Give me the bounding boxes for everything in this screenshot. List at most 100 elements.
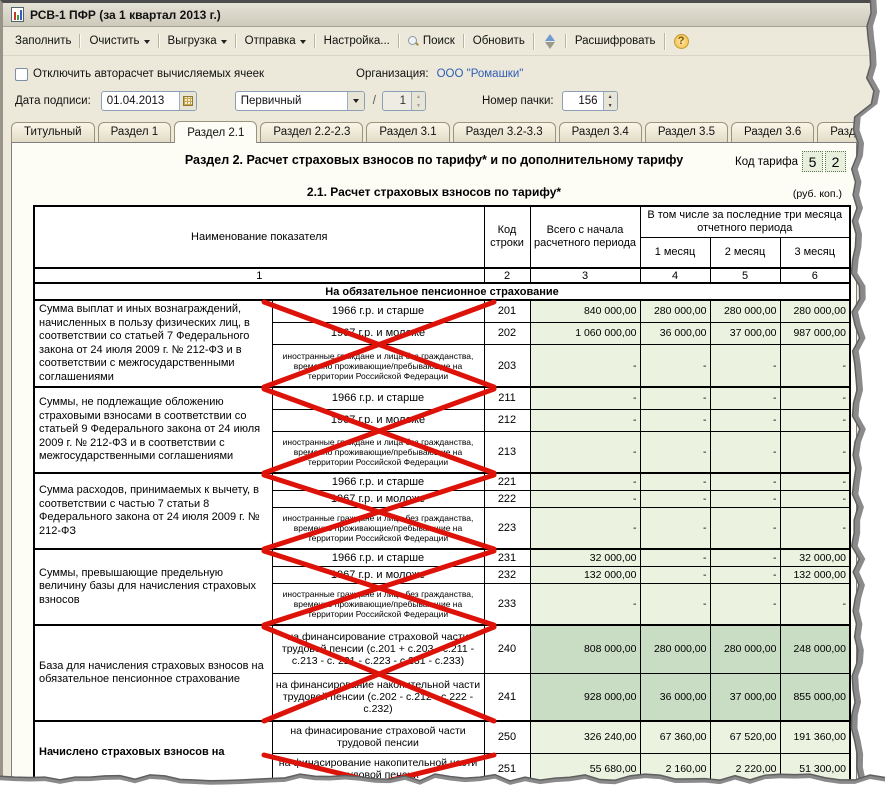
value-cell-231-col5[interactable]: - xyxy=(709,548,781,567)
value-cell-211-col4[interactable]: - xyxy=(639,386,711,410)
send-button[interactable]: Отправка xyxy=(234,31,314,51)
sign-date-field[interactable]: 01.04.2013 xyxy=(100,91,197,111)
value-cell-250-col6[interactable]: 191 360,00 xyxy=(779,720,851,754)
autocalc-checkbox[interactable] xyxy=(15,67,28,81)
value-cell-213-col3[interactable]: - xyxy=(529,430,641,474)
value-cell-213-col5[interactable]: - xyxy=(709,430,781,474)
value-cell-211-col6[interactable]: - xyxy=(779,386,851,410)
tab-раздел-3-5[interactable]: Раздел 3.5 xyxy=(644,122,729,142)
value-cell-202-col5[interactable]: 37 000,00 xyxy=(709,321,781,346)
value-cell-211-col5[interactable]: - xyxy=(709,386,781,410)
value-cell-212-col5[interactable]: - xyxy=(709,408,781,432)
value-cell-201-col5[interactable]: 280 000,00 xyxy=(709,298,781,323)
tariff-digit-1[interactable]: 5 xyxy=(802,151,823,172)
dropdown-button[interactable] xyxy=(346,92,364,110)
search-button[interactable]: Поиск xyxy=(397,31,463,51)
table-row-201: Сумма выплат и иных вознаграждений, начи… xyxy=(33,298,851,388)
value-cell-211-col3[interactable]: - xyxy=(529,386,641,410)
tab-раздел-3-6[interactable]: Раздел 3.6 xyxy=(731,122,815,142)
export-button[interactable]: Выгрузка xyxy=(157,31,235,51)
value-cell-222-col5[interactable]: - xyxy=(709,489,781,508)
value-cell-241-col5[interactable]: 37 000,00 xyxy=(709,672,781,722)
value-cell-222-col6[interactable]: - xyxy=(779,489,851,508)
value-cell-221-col5[interactable]: - xyxy=(709,472,781,491)
code-cell-241: 241 xyxy=(483,672,531,722)
tab-раздел-3-7[interactable]: Раздел 3.7 xyxy=(817,122,886,142)
value-cell-201-col3[interactable]: 840 000,00 xyxy=(529,298,641,323)
value-cell-231-col3[interactable]: 32 000,00 xyxy=(529,548,641,567)
tab-раздел-1[interactable]: Раздел 1 xyxy=(97,122,172,142)
tab-раздел-3-4[interactable]: Раздел 3.4 xyxy=(558,122,642,142)
value-cell-212-col3[interactable]: - xyxy=(529,408,641,432)
fill-button[interactable]: Заполнить xyxy=(7,31,79,51)
tab-титульный[interactable]: Титульный xyxy=(11,122,95,142)
decrypt-button[interactable]: Расшифровать xyxy=(564,31,664,51)
value-cell-201-col4[interactable]: 280 000,00 xyxy=(639,298,711,323)
code-cell-211: 211 xyxy=(483,386,531,410)
toolbar-button-label: Поиск xyxy=(422,35,455,47)
value-cell-223-col5[interactable]: - xyxy=(709,506,781,550)
pack-number-stepper[interactable]: 156 ▲ ▼ xyxy=(561,91,618,111)
value-cell-221-col4[interactable]: - xyxy=(639,472,711,491)
value-cell-222-col3[interactable]: - xyxy=(529,489,641,508)
value-cell-240-col5[interactable]: 280 000,00 xyxy=(709,624,781,674)
value-cell-202-col4[interactable]: 36 000,00 xyxy=(639,321,711,346)
tab-раздел-3-1[interactable]: Раздел 3.1 xyxy=(366,122,450,142)
org-value[interactable]: ООО "Ромашки" xyxy=(437,68,524,80)
value-cell-232-col4[interactable]: - xyxy=(639,565,711,584)
value-cell-250-col4[interactable]: 67 360,00 xyxy=(639,720,711,754)
tab-раздел-2-2-2-3[interactable]: Раздел 2.2-2.3 xyxy=(260,122,364,142)
tariff-digit-2[interactable]: 2 xyxy=(825,151,846,172)
code-cell-250: 250 xyxy=(483,720,531,754)
value-cell-250-col3[interactable]: 326 240,00 xyxy=(529,720,641,754)
value-cell-233-col5[interactable]: - xyxy=(709,582,781,626)
value-cell-232-col6[interactable]: 132 000,00 xyxy=(779,565,851,584)
value-cell-213-col4[interactable]: - xyxy=(639,430,711,474)
value-cell-241-col3[interactable]: 928 000,00 xyxy=(529,672,641,722)
value-cell-240-col4[interactable]: 280 000,00 xyxy=(639,624,711,674)
value-cell-203-col3[interactable]: - xyxy=(529,344,641,388)
value-cell-223-col4[interactable]: - xyxy=(639,506,711,550)
value-cell-213-col6[interactable]: - xyxy=(779,430,851,474)
value-cell-203-col5[interactable]: - xyxy=(709,344,781,388)
value-cell-233-col3[interactable]: - xyxy=(529,582,641,626)
help-button[interactable]: ? xyxy=(663,30,697,53)
value-cell-222-col4[interactable]: - xyxy=(639,489,711,508)
report-kind-value: Первичный xyxy=(240,95,302,107)
tab-раздел-3-2-3-3[interactable]: Раздел 3.2-3.3 xyxy=(452,122,556,142)
sort-button[interactable] xyxy=(532,30,565,53)
value-cell-251-col5[interactable]: 2 220,00 xyxy=(709,752,781,786)
value-cell-241-col6[interactable]: 855 000,00 xyxy=(779,672,851,722)
value-cell-221-col6[interactable]: - xyxy=(779,472,851,491)
value-cell-250-col5[interactable]: 67 520,00 xyxy=(709,720,781,754)
value-cell-251-col4[interactable]: 2 160,00 xyxy=(639,752,711,786)
calendar-button[interactable] xyxy=(178,92,196,110)
value-cell-203-col6[interactable]: - xyxy=(779,344,851,388)
value-cell-233-col6[interactable]: - xyxy=(779,582,851,626)
spinner-arrows-icon[interactable]: ▲ ▼ xyxy=(602,92,617,110)
value-cell-212-col4[interactable]: - xyxy=(639,408,711,432)
value-cell-221-col3[interactable]: - xyxy=(529,472,641,491)
value-cell-232-col3[interactable]: 132 000,00 xyxy=(529,565,641,584)
clear-button[interactable]: Очистить xyxy=(79,31,157,51)
value-cell-251-col6[interactable]: 51 300,00 xyxy=(779,752,851,786)
value-cell-212-col6[interactable]: - xyxy=(779,408,851,432)
report-kind-select[interactable]: Первичный xyxy=(234,91,365,111)
value-cell-203-col4[interactable]: - xyxy=(639,344,711,388)
value-cell-202-col6[interactable]: 987 000,00 xyxy=(779,321,851,346)
value-cell-251-col3[interactable]: 55 680,00 xyxy=(529,752,641,786)
value-cell-232-col5[interactable]: - xyxy=(709,565,781,584)
value-cell-233-col4[interactable]: - xyxy=(639,582,711,626)
value-cell-202-col3[interactable]: 1 060 000,00 xyxy=(529,321,641,346)
value-cell-201-col6[interactable]: 280 000,00 xyxy=(779,298,851,323)
value-cell-231-col4[interactable]: - xyxy=(639,548,711,567)
value-cell-223-col6[interactable]: - xyxy=(779,506,851,550)
refresh-button[interactable]: Обновить xyxy=(462,31,533,51)
settings-button[interactable]: Настройка... xyxy=(313,31,398,51)
value-cell-223-col3[interactable]: - xyxy=(529,506,641,550)
tab-раздел-2-1[interactable]: Раздел 2.1 xyxy=(174,121,258,143)
value-cell-241-col4[interactable]: 36 000,00 xyxy=(639,672,711,722)
value-cell-240-col6[interactable]: 248 000,00 xyxy=(779,624,851,674)
value-cell-240-col3[interactable]: 808 000,00 xyxy=(529,624,641,674)
value-cell-231-col6[interactable]: 32 000,00 xyxy=(779,548,851,567)
